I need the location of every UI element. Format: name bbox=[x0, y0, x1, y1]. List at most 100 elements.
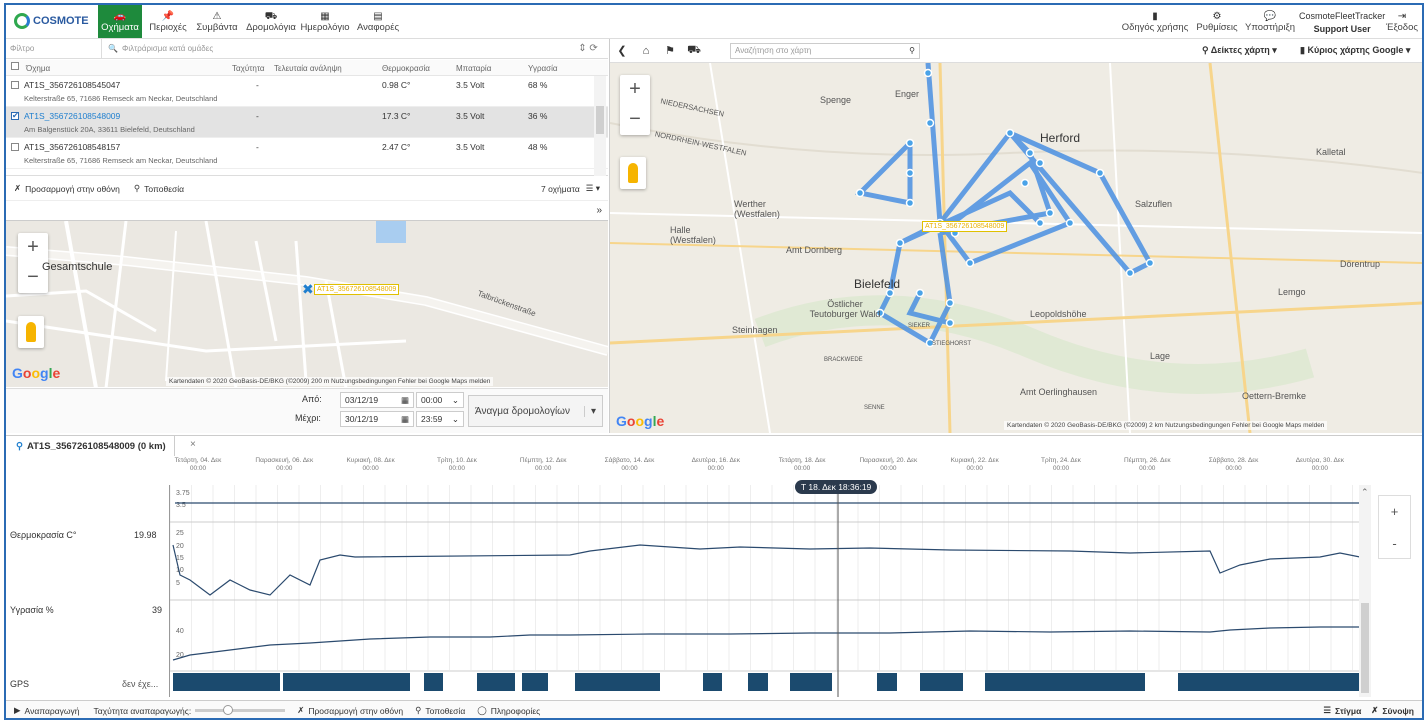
vehicle-detail-map[interactable]: + − Gesamtschule Talbrückenstraße ✖ AT1S_… bbox=[6, 220, 608, 387]
col-temperature[interactable]: Θερμοκρασία bbox=[382, 64, 430, 73]
temp-value: 2.47 C° bbox=[382, 142, 411, 152]
gps-segment bbox=[985, 673, 1145, 691]
refresh-button[interactable]: ⇕ ⟳ bbox=[568, 43, 608, 54]
summary-button[interactable]: Σύνοψη bbox=[1382, 706, 1414, 716]
collapse-row: » bbox=[6, 202, 608, 220]
pin-icon: ⚲ bbox=[16, 440, 23, 452]
vehicle-name: AT1S_356726108545047 bbox=[24, 80, 121, 90]
flag-icon[interactable]: ⚑ bbox=[658, 44, 682, 57]
nav-calendar[interactable]: ▦ Ημερολόγιο bbox=[298, 5, 352, 38]
filter-row: Φίλτρο 🔍 Φιλτράρισμα κατά ομάδες ⇕ ⟳ bbox=[6, 39, 608, 59]
sensor-timeline-chart[interactable]: 3.75 3.5 25 20 15 10 5 40 20 bbox=[169, 485, 1360, 697]
chart-zoom-out-button[interactable]: - bbox=[1379, 528, 1410, 560]
streetview-pegman-icon[interactable] bbox=[18, 316, 44, 348]
load-routes-button[interactable]: Άναγμα δρομολογίων ▾ bbox=[468, 395, 603, 427]
google-logo: Google bbox=[12, 365, 61, 381]
tab-vehicle-chart[interactable]: ⚲ AT1S_356726108548009 (0 km) bbox=[8, 436, 175, 456]
town-label: Halle (Westfalen) bbox=[670, 225, 716, 245]
chart-scrollbar[interactable]: ⌃ bbox=[1359, 485, 1371, 697]
fit-screen-button[interactable]: Προσαρμογή στην οθόνη bbox=[25, 184, 120, 194]
town-label: Amt Oerlinghausen bbox=[1020, 387, 1098, 397]
time-tick: Κυριακή, 22. Δεκ 00:00 bbox=[950, 457, 999, 472]
nav-settings[interactable]: ⚙ Ρυθμίσεις bbox=[1192, 5, 1242, 38]
group-filter-input[interactable]: 🔍 Φιλτράρισμα κατά ομάδες bbox=[102, 44, 568, 53]
nav-events[interactable]: ⚠ Συμβάντα bbox=[192, 5, 242, 38]
chart-zoom-in-button[interactable]: + bbox=[1379, 496, 1410, 528]
zoom-out-button[interactable]: − bbox=[629, 105, 641, 135]
row-checkbox[interactable] bbox=[11, 143, 19, 151]
humidity-series-line bbox=[172, 626, 1360, 661]
chevron-down-icon: ⌄ bbox=[451, 395, 459, 405]
col-humidity[interactable]: Υγρασία bbox=[528, 64, 557, 73]
streetview-pegman-icon[interactable] bbox=[620, 157, 646, 189]
from-date-input[interactable]: 03/12/19 ▦ bbox=[340, 392, 414, 408]
back-icon[interactable]: ❮ bbox=[610, 44, 634, 57]
col-speed[interactable]: Ταχύτητα bbox=[232, 64, 265, 73]
speed-value: - bbox=[256, 142, 259, 152]
col-vehicle[interactable]: Όχημα bbox=[26, 64, 50, 73]
nav-user-guide[interactable]: ▮ Οδηγός χρήσης bbox=[1120, 5, 1190, 38]
play-button[interactable]: Αναπαραγωγή bbox=[25, 706, 80, 716]
table-row[interactable]: AT1S_356726108548157 Kelterstraße 65, 71… bbox=[6, 138, 608, 169]
warning-icon: ⚠ bbox=[212, 10, 222, 22]
search-icon: 🔍 bbox=[108, 44, 118, 53]
table-scrollbar[interactable] bbox=[594, 76, 606, 176]
nav-reports[interactable]: ▤ Αναφορές bbox=[353, 5, 403, 38]
table-row-selected[interactable]: ✔ AT1S_356726108548009 Am Balgenstück 20… bbox=[6, 107, 608, 138]
calendar-icon: ▦ bbox=[400, 414, 409, 424]
nav-areas[interactable]: 📌 Περιοχές bbox=[146, 5, 190, 38]
nav-routes[interactable]: ⛟ Δρομολόγια bbox=[244, 5, 298, 38]
close-icon[interactable]: × bbox=[190, 439, 196, 450]
gps-segment bbox=[477, 673, 515, 691]
map-markers-dropdown[interactable]: ⚲ Δείκτες χάρτη ▾ bbox=[1202, 45, 1277, 56]
truck-icon[interactable]: ⛟ bbox=[682, 44, 706, 58]
town-label: Dörentrup bbox=[1340, 259, 1381, 269]
home-icon[interactable]: ⌂ bbox=[634, 45, 658, 57]
to-date-input[interactable]: 30/12/19 ▦ bbox=[340, 411, 414, 427]
pin-icon: 📌 bbox=[161, 10, 175, 22]
gps-segment bbox=[703, 673, 722, 691]
snapshot-button[interactable]: Στίγμα bbox=[1335, 706, 1361, 716]
zoom-in-button[interactable]: + bbox=[27, 233, 39, 263]
vehicle-name: AT1S_356726108548157 bbox=[24, 142, 121, 152]
detail-map-footer: Kartendaten © 2020 GeoBasis-DE/BKG (©200… bbox=[166, 377, 494, 386]
table-row[interactable]: AT1S_356726108545047 Kelterstraße 65, 71… bbox=[6, 76, 608, 107]
row-checkbox[interactable]: ✔ bbox=[11, 112, 19, 120]
time-tick: Δευτέρα, 16. Δεκ 00:00 bbox=[691, 457, 740, 472]
to-time-input[interactable]: 23:59 ⌄ bbox=[416, 411, 464, 427]
gps-segment bbox=[748, 673, 768, 691]
info-button[interactable]: Πληροφορίες bbox=[491, 706, 541, 716]
location-button[interactable]: Τοποθεσία bbox=[144, 184, 184, 194]
district-label: STIEGHORST bbox=[932, 341, 972, 347]
nav-vehicles[interactable]: 🚗 Οχήματα bbox=[98, 5, 142, 38]
vehicle-address: Kelterstraße 65, 71686 Remseck am Neckar… bbox=[24, 156, 218, 165]
row-checkbox[interactable] bbox=[11, 81, 19, 89]
map-search-input[interactable]: Αναζήτηση στο χάρτη ⚲ bbox=[730, 43, 920, 59]
time-tick: Δευτέρα, 30. Δεκ 00:00 bbox=[1295, 457, 1345, 472]
zoom-out-button[interactable]: − bbox=[27, 263, 39, 293]
filter-input[interactable]: Φίλτρο bbox=[6, 39, 102, 58]
fit-screen-button[interactable]: Προσαρμογή στην οθόνη bbox=[308, 706, 403, 716]
temp-value: 17.3 C° bbox=[382, 111, 411, 121]
vehicle-table: Όχημα Ταχύτητα Τελευταία ανάληψη Θερμοκρ… bbox=[6, 60, 608, 176]
select-all-checkbox[interactable] bbox=[11, 62, 19, 70]
vehicle-marker-icon[interactable]: ✖ bbox=[302, 281, 314, 298]
col-battery[interactable]: Μπαταρία bbox=[456, 64, 491, 73]
gps-segment bbox=[920, 673, 963, 691]
playback-speed-slider[interactable] bbox=[195, 705, 286, 715]
collapse-icon[interactable]: » bbox=[596, 205, 602, 216]
col-last-update[interactable]: Τελευταία ανάληψη bbox=[274, 64, 342, 73]
map-type-dropdown[interactable]: ▮ Κύριος χάρτης Google ▾ bbox=[1300, 45, 1410, 56]
nav-support[interactable]: 💬 Υποστήριξη bbox=[1242, 5, 1298, 38]
user-info[interactable]: CosmoteFleetTracker Support User bbox=[1299, 10, 1385, 36]
time-tick: Κυριακή, 08. Δεκ 00:00 bbox=[346, 457, 395, 472]
chevron-down-icon[interactable]: ▾ bbox=[583, 405, 602, 417]
play-icon[interactable]: ▶ bbox=[14, 705, 21, 716]
location-button[interactable]: Τοποθεσία bbox=[425, 706, 465, 716]
nav-logout[interactable]: ⇥ Έξοδος bbox=[1384, 5, 1420, 38]
list-menu-icon[interactable]: ☰ ▾ bbox=[586, 183, 600, 194]
from-time-input[interactable]: 00:00 ⌄ bbox=[416, 392, 464, 408]
zoom-in-button[interactable]: + bbox=[629, 75, 641, 105]
main-map[interactable]: ❮ ⌂ ⚑ ⛟ Αναζήτηση στο χάρτη ⚲ ⚲ Δείκτες χ… bbox=[609, 39, 1422, 433]
town-label: Salzuflen bbox=[1135, 199, 1173, 209]
